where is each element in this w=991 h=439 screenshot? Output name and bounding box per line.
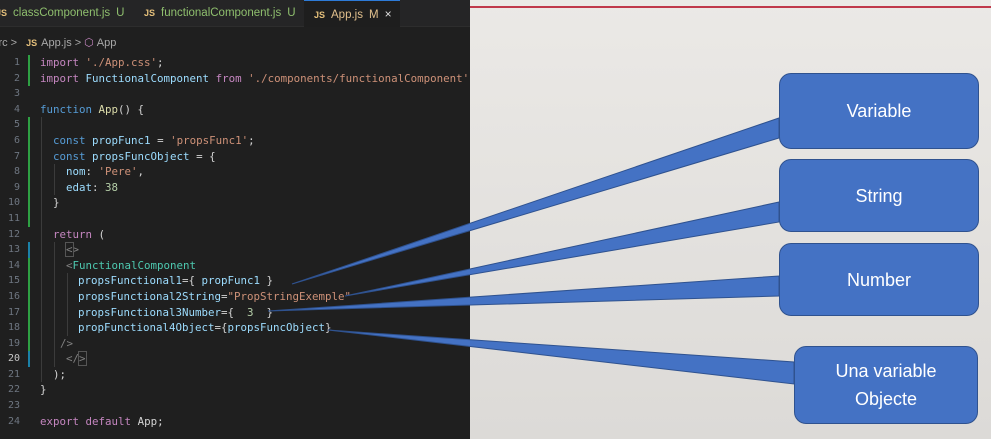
callout-string: String	[779, 159, 979, 232]
callout-label: Objecte	[854, 389, 918, 409]
callout-label: Una variable	[835, 361, 937, 381]
callout-pointer-number	[267, 275, 780, 312]
callout-label: Variable	[846, 101, 912, 121]
callout-object: Una variable Objecte	[794, 346, 978, 424]
callout-variable: Variable	[779, 73, 979, 149]
callout-pointer-object	[327, 329, 795, 385]
callout-label: Number	[846, 269, 912, 290]
callout-number: Number	[779, 243, 979, 316]
callout-label: String	[855, 185, 903, 206]
